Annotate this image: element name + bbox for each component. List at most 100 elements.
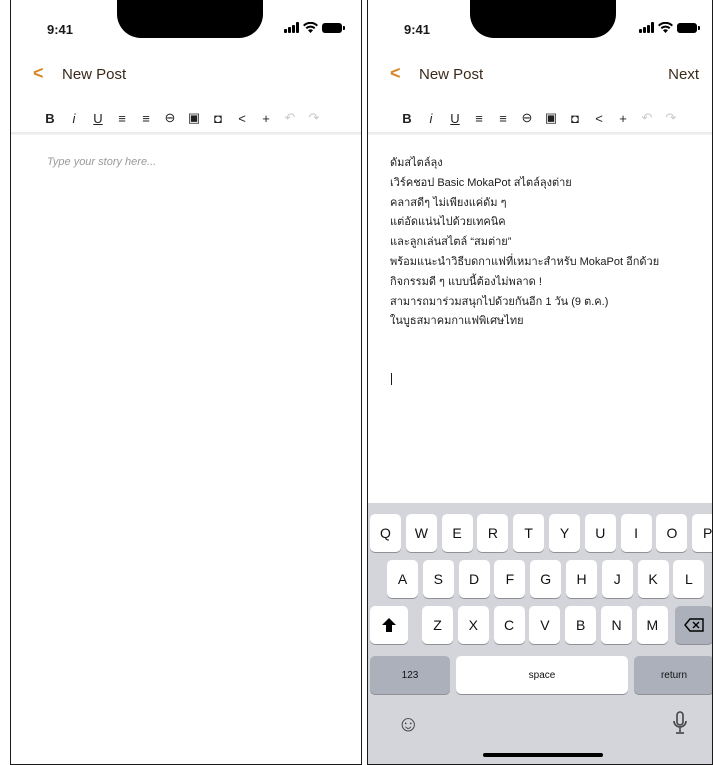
key[interactable]: Y	[549, 514, 580, 552]
link-icon[interactable]: ⊖	[515, 106, 539, 130]
redo-icon[interactable]: ↷	[659, 106, 683, 130]
space-key[interactable]: space	[456, 656, 628, 694]
status-bar: 9:41	[367, 0, 713, 54]
align-center-icon[interactable]: ≡	[134, 106, 158, 130]
share-icon[interactable]: <	[230, 106, 254, 130]
key[interactable]: G	[530, 560, 562, 598]
align-left-icon[interactable]: ≡	[110, 106, 134, 130]
key[interactable]: P	[692, 514, 713, 552]
key[interactable]: T	[513, 514, 545, 552]
undo-icon[interactable]: ↶	[278, 106, 302, 130]
status-time: 9:41	[404, 22, 431, 37]
story-line: คลาสดีๆ ไม่เพียงแค่ดัม ๆ	[390, 196, 507, 209]
format-toolbar: Bi U ≡ ≡ ⊖ ▣ ◘ < + ↶ ↷	[367, 104, 713, 132]
key[interactable]: K	[637, 560, 669, 598]
numbers-key[interactable]: 123	[370, 656, 450, 694]
key[interactable]: I	[620, 514, 652, 552]
battery-icon	[677, 23, 700, 33]
underline-icon[interactable]: U	[443, 106, 467, 130]
phone-screen-empty: 9:41 < New Post Bi U ≡ ≡ ⊖ ▣ ◘ < + ↶ ↷ Type your s…	[10, 0, 362, 765]
key[interactable]: F	[494, 560, 526, 598]
image-icon[interactable]: ▣	[182, 106, 206, 130]
key[interactable]: B	[565, 606, 597, 644]
bold-icon[interactable]: B	[38, 106, 62, 130]
shift-icon[interactable]	[370, 606, 408, 644]
key[interactable]: U	[584, 514, 616, 552]
toolbar-divider	[10, 132, 362, 135]
align-center-icon[interactable]: ≡	[491, 106, 515, 130]
key[interactable]: H	[566, 560, 597, 598]
key[interactable]: A	[387, 560, 418, 598]
story-line: และลูกเล่นสไตล์ “สมต่าย”	[390, 236, 512, 249]
align-left-icon[interactable]: ≡	[467, 106, 491, 130]
notch	[470, 0, 616, 38]
story-editor-placeholder[interactable]: Type your story here...	[47, 156, 156, 168]
cellular-signal-icon	[639, 22, 654, 33]
story-line: แต่อัดแน่นไปด้วยเทคนิค	[390, 216, 506, 229]
back-chevron-icon[interactable]: <	[33, 63, 44, 84]
space-key-label: space	[528, 669, 556, 681]
wifi-icon	[658, 22, 673, 33]
key[interactable]: Z	[422, 606, 453, 644]
key[interactable]: R	[477, 514, 509, 552]
key[interactable]: L	[673, 560, 705, 598]
video-icon[interactable]: ◘	[206, 106, 230, 130]
undo-icon[interactable]: ↶	[635, 106, 659, 130]
status-bar: 9:41	[10, 0, 362, 54]
back-chevron-icon[interactable]: <	[390, 63, 401, 84]
insert-icon[interactable]: +	[611, 106, 635, 130]
nav-bar: < New Post Next	[367, 62, 713, 88]
microphone-icon[interactable]	[672, 711, 688, 741]
phone-screen-typing: 9:41 < New Post Next Bi U ≡ ≡ ⊖ ▣ ◘ < + ↶ ↷ ดัมสไต…	[367, 0, 713, 765]
key[interactable]: X	[457, 606, 489, 644]
link-icon[interactable]: ⊖	[158, 106, 182, 130]
story-line: กิจกรรมดี ๆ แบบนี้ต้องไม่พลาด !	[390, 275, 542, 288]
italic-icon[interactable]: i	[62, 106, 86, 130]
numbers-key-label: 123	[401, 669, 419, 681]
key[interactable]: M	[636, 606, 668, 644]
emoji-icon[interactable]: ☺	[397, 711, 419, 737]
italic-icon[interactable]: i	[419, 106, 443, 130]
key[interactable]: C	[493, 606, 525, 644]
key[interactable]: J	[601, 560, 633, 598]
key[interactable]: O	[656, 514, 688, 552]
page-title: New Post	[419, 66, 484, 83]
story-line: ดัมสไตล์ลุง	[390, 157, 443, 169]
story-line: เวิร์คชอป Basic MokaPot สไตล์ลุงต่าย	[390, 176, 572, 189]
key[interactable]: E	[441, 514, 473, 552]
status-icons	[284, 22, 345, 33]
bold-icon[interactable]: B	[395, 106, 419, 130]
image-icon[interactable]: ▣	[539, 106, 563, 130]
story-editor[interactable]: ดัมสไตล์ลุงเวิร์คชอป Basic MokaPot สไตล์…	[390, 154, 705, 332]
toolbar-divider	[367, 132, 713, 135]
backspace-icon[interactable]	[675, 606, 713, 644]
key[interactable]: D	[458, 560, 490, 598]
key[interactable]: W	[405, 514, 437, 552]
keyboard: 123 space return ☺ QWERTYUIOP ASDFGHJKL ZX…	[367, 503, 713, 765]
return-key-label: return	[660, 669, 688, 681]
key[interactable]: S	[422, 560, 454, 598]
home-indicator	[483, 753, 603, 757]
story-line: ในบูธสมาคมกาแฟพิเศษไทย	[390, 315, 524, 328]
underline-icon[interactable]: U	[86, 106, 110, 130]
key[interactable]: N	[601, 606, 632, 644]
redo-icon[interactable]: ↷	[302, 106, 326, 130]
return-key[interactable]: return	[634, 656, 713, 694]
cellular-signal-icon	[284, 22, 299, 33]
share-icon[interactable]: <	[587, 106, 611, 130]
page-title: New Post	[62, 66, 127, 83]
key[interactable]: Q	[370, 514, 401, 552]
notch	[117, 0, 263, 38]
next-button[interactable]: Next	[668, 66, 699, 83]
wifi-icon	[303, 22, 318, 33]
battery-icon	[322, 23, 345, 33]
insert-icon[interactable]: +	[254, 106, 278, 130]
key[interactable]: V	[529, 606, 561, 644]
format-toolbar: Bi U ≡ ≡ ⊖ ▣ ◘ < + ↶ ↷	[10, 104, 362, 132]
story-line: สามารถมาร่วมสนุกไปด้วยกันอีก 1 วัน (9 ต.…	[390, 295, 609, 308]
story-line: พร้อมแนะนำวิธีบดกาแฟที่เหมาะสำหรับ MokaP…	[390, 255, 660, 268]
status-time: 9:41	[47, 22, 74, 37]
nav-bar: < New Post	[10, 62, 362, 88]
video-icon[interactable]: ◘	[563, 106, 587, 130]
text-cursor	[391, 373, 392, 385]
